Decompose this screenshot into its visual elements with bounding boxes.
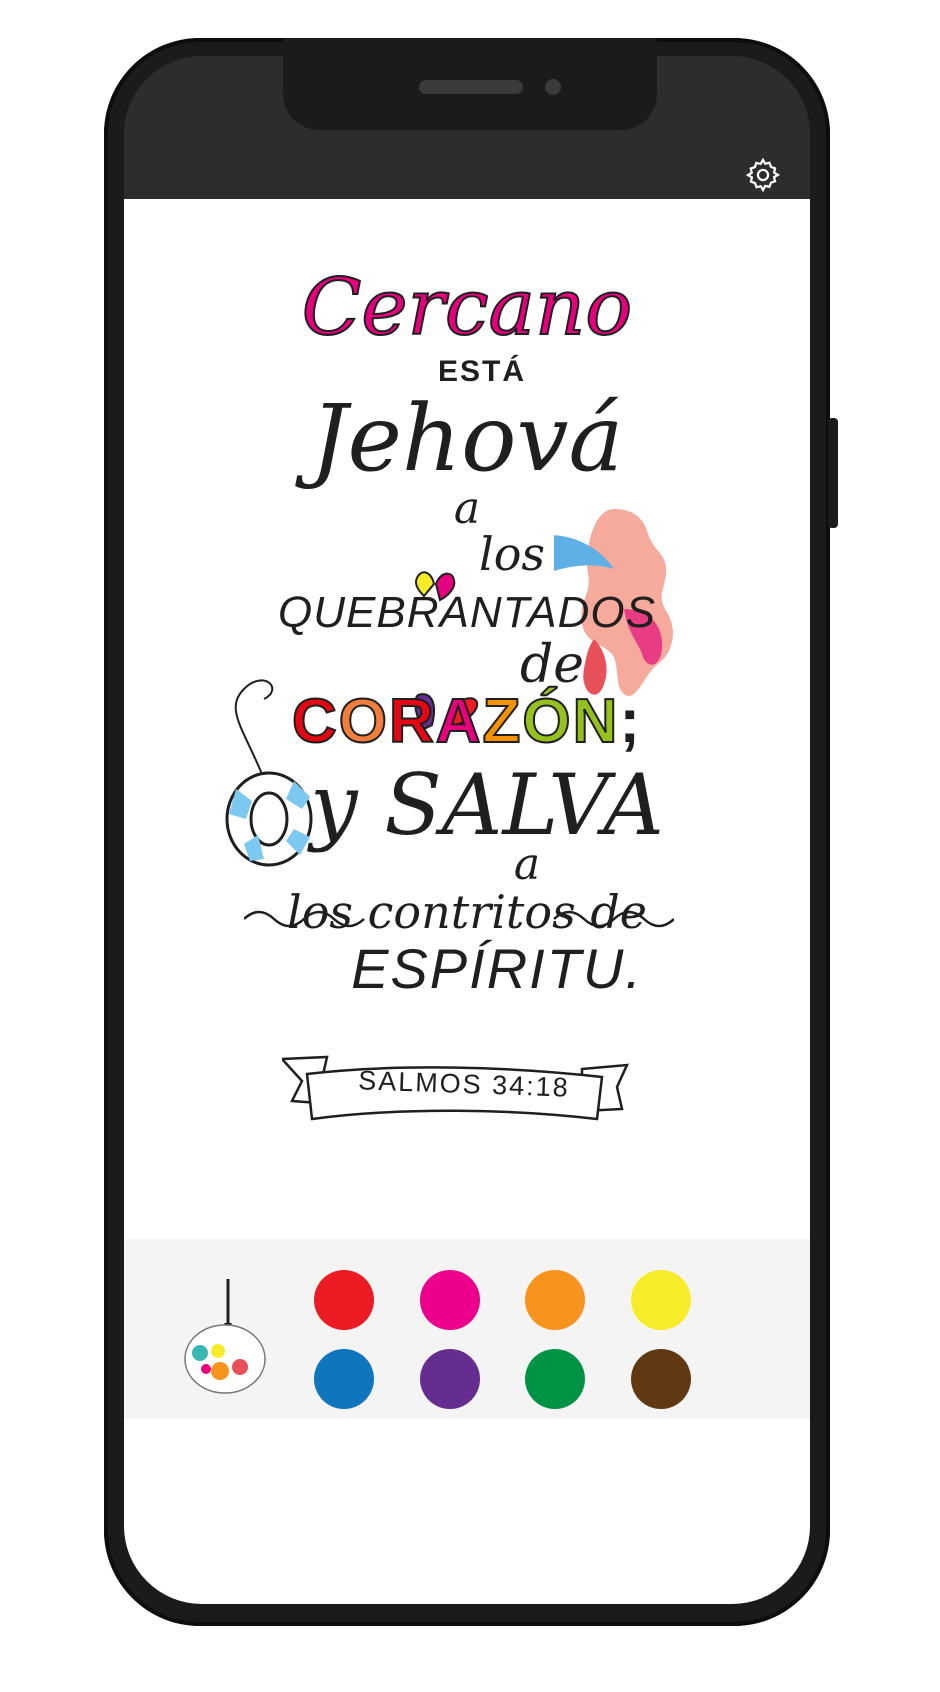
corazon-letter[interactable]: N bbox=[572, 687, 620, 756]
verse-word-esta: ESTÁ bbox=[437, 355, 526, 388]
color-swatch-green[interactable] bbox=[525, 1349, 585, 1409]
verse-word-a: a bbox=[453, 483, 481, 534]
color-swatch-brown[interactable] bbox=[631, 1349, 691, 1409]
color-swatch-purple[interactable] bbox=[420, 1349, 480, 1409]
verse-word-cercano: Cercano bbox=[301, 263, 634, 353]
phone-frame: Cercano ESTÁ Jehová a los QUEBRANTADOS d… bbox=[104, 38, 838, 1626]
color-swatch-red[interactable] bbox=[314, 1270, 374, 1330]
speaker-grille bbox=[419, 80, 523, 94]
corazon-letter[interactable]: R bbox=[388, 687, 436, 756]
color-palette-bar bbox=[124, 1239, 810, 1419]
corazon-semicolon: ; bbox=[619, 687, 643, 756]
color-swatch-yellow[interactable] bbox=[631, 1270, 691, 1330]
corazon-letter[interactable]: Ó bbox=[521, 687, 572, 756]
corazon-letter[interactable]: O bbox=[338, 687, 389, 756]
corazon-letter[interactable]: C bbox=[291, 687, 339, 756]
corazon-letter[interactable]: A bbox=[435, 687, 483, 756]
wave-lines bbox=[244, 910, 674, 928]
corazon-letter[interactable]: Z bbox=[482, 687, 523, 756]
verse-word-espiritu: ESPÍRITU. bbox=[351, 937, 643, 1000]
phone-screen: Cercano ESTÁ Jehová a los QUEBRANTADOS d… bbox=[124, 56, 810, 1604]
phone-notch bbox=[283, 38, 657, 130]
color-swatch-blue[interactable] bbox=[314, 1349, 374, 1409]
verse-word-y-salva: y SALVA bbox=[310, 756, 664, 854]
gear-icon[interactable] bbox=[744, 156, 782, 194]
verse-word-los: los bbox=[478, 527, 545, 581]
coloring-artwork[interactable]: Cercano ESTÁ Jehová a los QUEBRANTADOS d… bbox=[124, 199, 810, 1349]
front-camera bbox=[545, 79, 561, 95]
color-swatch-orange[interactable] bbox=[525, 1270, 585, 1330]
coloring-canvas[interactable]: Cercano ESTÁ Jehová a los QUEBRANTADOS d… bbox=[124, 199, 810, 1604]
bible-verse: Cercano ESTÁ Jehová a los QUEBRANTADOS d… bbox=[124, 263, 810, 1000]
verse-word-de: de bbox=[519, 635, 585, 695]
side-button bbox=[828, 418, 838, 528]
verse-word-corazon: CORAZÓN; bbox=[124, 690, 810, 754]
color-swatch-magenta[interactable] bbox=[420, 1270, 480, 1330]
verse-word-quebrantados: QUEBRANTADOS bbox=[278, 588, 656, 637]
verse-word-jehova: Jehová bbox=[310, 385, 624, 492]
paint-palette-icon[interactable] bbox=[180, 1275, 270, 1395]
